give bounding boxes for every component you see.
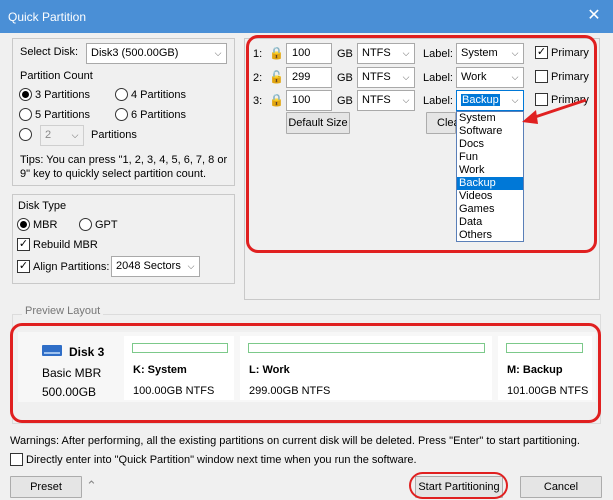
custom-partitions-label: Partitions xyxy=(91,129,137,141)
double-chevron-up-icon[interactable]: ⌃ xyxy=(86,478,97,494)
chevron-down-icon: ⌵ xyxy=(214,48,222,58)
mbr-label: MBR xyxy=(33,219,58,231)
warning-text: Warnings: After performing, all the exis… xyxy=(10,435,580,447)
gpt-label: GPT xyxy=(95,219,118,231)
radio-custom-partitions[interactable] xyxy=(19,128,32,141)
chevron-down-icon: ⌵ xyxy=(71,130,79,140)
select-disk-dropdown[interactable]: Disk3 (500.00GB) ⌵ xyxy=(86,43,227,64)
chevron-down-icon: ⌵ xyxy=(187,261,195,271)
annotation-arrow-icon xyxy=(522,98,587,124)
title-bar: Quick Partition ✕ xyxy=(0,0,613,33)
select-disk-value: Disk3 (500.00GB) xyxy=(91,47,179,59)
radio-6-partitions[interactable] xyxy=(115,108,128,121)
direct-enter-label: Directly enter into "Quick Partition" wi… xyxy=(26,454,417,466)
custom-count-value: 2 xyxy=(45,129,52,141)
radio-3-partitions[interactable] xyxy=(19,88,32,101)
preset-button[interactable]: Preset xyxy=(10,476,82,498)
cancel-button[interactable]: Cancel xyxy=(520,476,602,498)
align-partitions-checkbox[interactable]: ✓ xyxy=(17,260,30,273)
direct-enter-checkbox[interactable] xyxy=(10,453,23,466)
preview-layout-title: Preview Layout xyxy=(22,305,104,317)
align-partitions-label: Align Partitions: xyxy=(33,261,110,273)
align-sectors-dropdown[interactable]: 2048 Sectors ⌵ xyxy=(111,256,200,277)
partition-count-label: Partition Count xyxy=(20,70,93,82)
radio-3-partitions-label: 3 Partitions xyxy=(35,89,91,101)
tips-text: Tips: You can press "1, 2, 3, 4, 5, 6, 7… xyxy=(20,154,228,180)
highlight-start-button xyxy=(409,472,508,499)
align-sectors-value: 2048 Sectors xyxy=(116,260,181,272)
radio-6-partitions-label: 6 Partitions xyxy=(131,109,187,121)
highlight-partition-settings xyxy=(246,35,597,253)
rebuild-mbr-label: Rebuild MBR xyxy=(33,239,98,251)
radio-4-partitions-label: 4 Partitions xyxy=(131,89,187,101)
radio-4-partitions[interactable] xyxy=(115,88,128,101)
window-title: Quick Partition xyxy=(8,9,87,24)
highlight-preview-layout xyxy=(10,323,601,423)
radio-5-partitions[interactable] xyxy=(19,108,32,121)
radio-mbr[interactable] xyxy=(17,218,30,231)
radio-gpt[interactable] xyxy=(79,218,92,231)
rebuild-mbr-checkbox[interactable]: ✓ xyxy=(17,238,30,251)
close-icon[interactable]: ✕ xyxy=(579,4,609,28)
radio-5-partitions-label: 5 Partitions xyxy=(35,109,91,121)
select-disk-label: Select Disk: xyxy=(20,46,79,58)
disk-type-title: Disk Type xyxy=(18,200,67,212)
custom-count-dropdown[interactable]: 2 ⌵ xyxy=(40,125,84,146)
